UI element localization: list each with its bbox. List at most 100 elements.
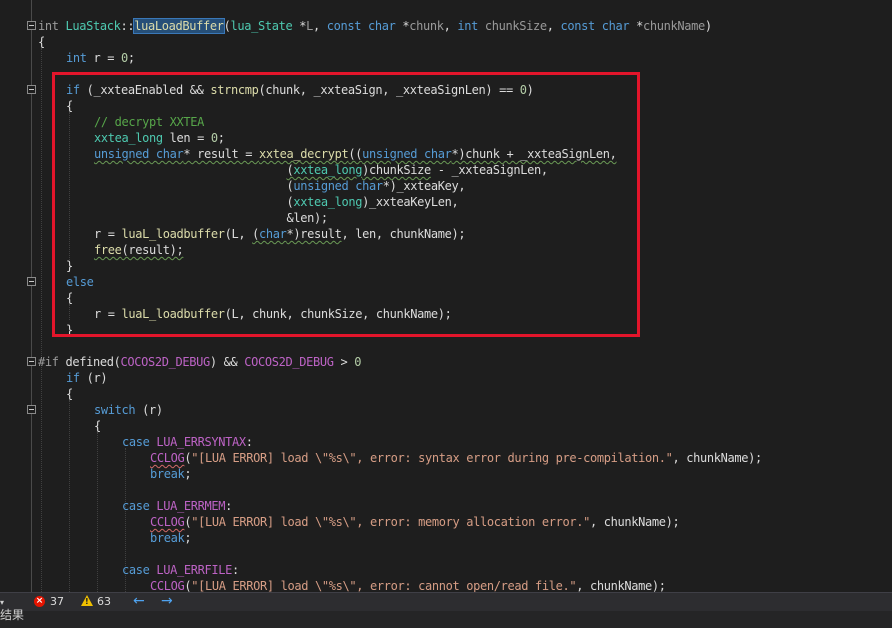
output-panel-tab[interactable]: 结果 <box>0 608 892 628</box>
code-line[interactable]: case LUA_ERRFILE: <box>0 562 892 578</box>
code-token: "[LUA ERROR] load \"%s\", error: syntax … <box>191 451 673 465</box>
code-token: * <box>629 19 643 33</box>
output-panel-label: 结果 <box>0 608 25 622</box>
code-line[interactable]: break; <box>0 466 892 482</box>
code-line[interactable]: if (r) <box>0 370 892 386</box>
code-token: break <box>150 531 185 545</box>
code-line[interactable]: CCLOG("[LUA ERROR] load \"%s\", error: c… <box>0 578 892 592</box>
code-text: CCLOG("[LUA ERROR] load \"%s\", error: c… <box>150 578 666 592</box>
code-line[interactable]: { <box>0 34 892 50</box>
code-token: 0 <box>354 355 362 369</box>
code-token: case <box>122 563 157 577</box>
code-token: r = <box>86 51 121 65</box>
code-token: lua_State <box>230 19 293 33</box>
code-text: int LuaStack::luaLoadBuffer(lua_State *L… <box>38 18 712 34</box>
code-token: #if <box>38 355 66 369</box>
code-line[interactable]: { <box>0 418 892 434</box>
code-line[interactable]: case LUA_ERRSYNTAX: <box>0 434 892 450</box>
code-line[interactable]: #if defined(COCOS2D_DEBUG) && COCOS2D_DE… <box>0 354 892 370</box>
code-editor[interactable]: int LuaStack::luaLoadBuffer(lua_State *L… <box>0 0 892 592</box>
code-token: "[LUA ERROR] load \"%s\", error: cannot … <box>191 579 577 592</box>
code-line[interactable] <box>0 338 892 354</box>
code-token: : <box>245 435 253 449</box>
code-token: { <box>38 35 45 49</box>
code-text: if (r) <box>66 370 108 386</box>
code-token: if <box>66 371 80 385</box>
code-token: , <box>313 19 327 33</box>
code-token: L <box>306 19 313 33</box>
code-text: int r = 0; <box>66 50 135 66</box>
code-token: LuaStack <box>65 19 121 33</box>
code-token: chunkSize <box>484 19 547 33</box>
code-token: CCLOG <box>150 451 185 465</box>
code-text: { <box>66 386 73 402</box>
error-count[interactable]: 37 <box>50 595 64 609</box>
code-token: (r) <box>79 371 108 385</box>
code-token: CCLOG <box>150 515 185 529</box>
code-text: break; <box>150 530 192 546</box>
code-text: case LUA_ERRMEM: <box>122 498 232 514</box>
code-token: const char <box>326 19 396 33</box>
code-token: { <box>66 387 73 401</box>
arrow-right-icon[interactable]: → <box>161 594 173 608</box>
code-token: int <box>38 19 66 33</box>
code-token: case <box>122 435 157 449</box>
code-token: chunk <box>409 19 444 33</box>
code-token: COCOS2D_DEBUG <box>120 355 211 369</box>
code-token: LUA_ERRMEM <box>156 499 226 513</box>
code-token: const char <box>560 19 630 33</box>
code-token: int <box>66 51 87 65</box>
code-token: ) <box>704 19 712 33</box>
code-text: CCLOG("[LUA ERROR] load \"%s\", error: s… <box>150 450 762 466</box>
code-token: , chunkName); <box>672 451 762 465</box>
arrow-left-icon[interactable]: ← <box>133 594 145 608</box>
code-token: (r) <box>135 403 163 417</box>
code-token: LUA_ERRSYNTAX <box>156 435 246 449</box>
code-token: : <box>225 499 232 513</box>
code-token: ; <box>184 531 192 545</box>
code-line[interactable]: CCLOG("[LUA ERROR] load \"%s\", error: s… <box>0 450 892 466</box>
code-token: * <box>292 19 307 33</box>
code-line[interactable] <box>0 546 892 562</box>
highlight-box <box>52 72 640 337</box>
code-text: break; <box>150 466 192 482</box>
code-token: * <box>395 19 410 33</box>
status-bar: ▾ × 37 ! 63 ← → <box>0 592 892 611</box>
code-token: case <box>122 499 157 513</box>
code-token: CCLOG <box>150 579 185 592</box>
warning-mark: ! <box>85 597 89 606</box>
code-token: ) && <box>209 355 245 369</box>
code-token: chunkName <box>643 19 705 33</box>
code-line[interactable] <box>0 482 892 498</box>
code-line[interactable]: switch (r) <box>0 402 892 418</box>
code-token: COCOS2D_DEBUG <box>244 355 334 369</box>
code-token: : <box>232 563 239 577</box>
code-token: , <box>546 19 561 33</box>
code-token: { <box>94 419 101 433</box>
code-token: , chunkName); <box>589 515 680 529</box>
code-line[interactable]: int LuaStack::luaLoadBuffer(lua_State *L… <box>0 18 892 34</box>
code-line[interactable]: case LUA_ERRMEM: <box>0 498 892 514</box>
code-token: ; <box>127 51 135 65</box>
code-token: , <box>443 19 458 33</box>
code-line[interactable]: { <box>0 386 892 402</box>
code-text: #if defined(COCOS2D_DEBUG) && COCOS2D_DE… <box>38 354 361 370</box>
code-token: ; <box>184 467 192 481</box>
code-text: CCLOG("[LUA ERROR] load \"%s\", error: m… <box>150 514 680 530</box>
code-text: case LUA_ERRFILE: <box>122 562 239 578</box>
code-line[interactable]: break; <box>0 530 892 546</box>
code-token: :: <box>120 19 135 33</box>
code-line[interactable]: int r = 0; <box>0 50 892 66</box>
code-text: { <box>94 418 101 434</box>
code-text: case LUA_ERRSYNTAX: <box>122 434 253 450</box>
error-icon[interactable]: × <box>34 596 45 607</box>
code-token: switch <box>94 403 136 417</box>
code-token: 0 <box>121 51 128 65</box>
code-token: luaLoadBuffer <box>133 18 225 34</box>
code-token: > <box>333 355 355 369</box>
code-line[interactable]: CCLOG("[LUA ERROR] load \"%s\", error: m… <box>0 514 892 530</box>
warning-count[interactable]: 63 <box>97 595 111 609</box>
code-token: LUA_ERRFILE <box>156 563 232 577</box>
code-text: { <box>38 34 45 50</box>
